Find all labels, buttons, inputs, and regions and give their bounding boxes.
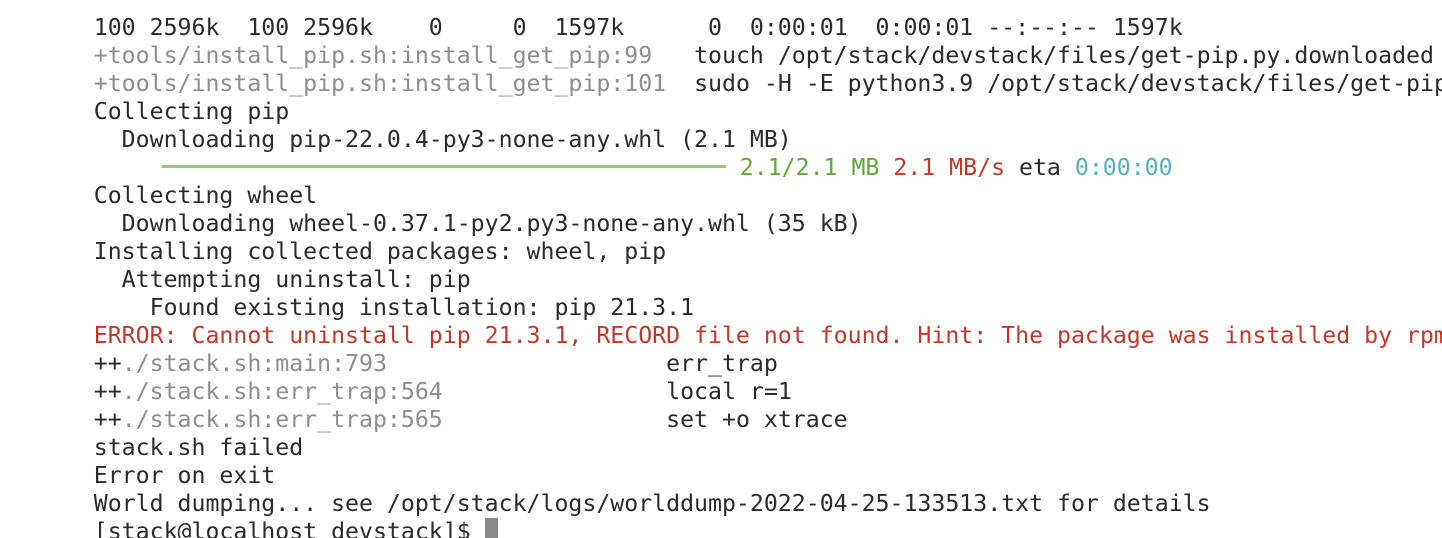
xtrace-prefix: +tools/install_pip.sh:install_get_pip:10…	[93, 70, 695, 97]
progress-eta-label: eta	[1019, 154, 1061, 181]
output-text: Error on exit	[93, 462, 276, 489]
xtrace-command: local r=1	[666, 378, 792, 405]
xtrace-command: sudo -H -E python3.9 /opt/stack/devstack…	[694, 70, 1442, 97]
progress-bar	[161, 165, 726, 168]
xtrace-command: touch /opt/stack/devstack/files/get-pip.…	[694, 42, 1434, 69]
progress-speed: 2.1 MB/s	[893, 154, 1006, 181]
output-text: Downloading wheel-0.37.1-py2.py3-none-an…	[93, 210, 862, 237]
terminal-line: 100 2596k 100 2596k 0 0 1597k 0 0:00:01 …	[10, 0, 1442, 41]
output-text: Found existing installation: pip 21.3.1	[93, 294, 695, 321]
xtrace-command: err_trap	[666, 350, 778, 377]
output-text: stack.sh failed	[93, 434, 304, 461]
xtrace-command: set +o xtrace	[666, 406, 848, 433]
xtrace-plus: ++	[93, 378, 122, 405]
xtrace-plus: ++	[93, 406, 122, 433]
curl-progress-text: 100 2596k 100 2596k 0 0 1597k 0 0:00:01 …	[93, 14, 1183, 41]
xtrace-prefix: ./stack.sh:err_trap:565	[121, 406, 667, 433]
error-message: ERROR: Cannot uninstall pip 21.3.1, RECO…	[93, 322, 1442, 349]
xtrace-prefix: ./stack.sh:err_trap:564	[121, 378, 667, 405]
output-text: World dumping... see /opt/stack/logs/wor…	[93, 490, 1211, 517]
text-cursor[interactable]	[484, 518, 498, 538]
progress-size: 2.1/2.1 MB	[739, 154, 880, 181]
shell-prompt: [stack@localhost devstack]$	[93, 518, 485, 538]
xtrace-plus: ++	[93, 350, 122, 377]
output-text: Collecting wheel	[93, 182, 318, 209]
xtrace-prefix: ./stack.sh:main:793	[121, 350, 667, 377]
output-text: Attempting uninstall: pip	[93, 266, 471, 293]
output-text: Installing collected packages: wheel, pi…	[93, 238, 667, 265]
xtrace-prefix: +tools/install_pip.sh:install_get_pip:99	[93, 42, 695, 69]
progress-eta: 0:00:00	[1074, 154, 1173, 181]
download-progress: 2.1/2.1 MB 2.1 MB/s eta 0:00:00	[10, 126, 1442, 181]
output-text: Collecting pip	[93, 98, 290, 125]
terminal-window[interactable]: 100 2596k 100 2596k 0 0 1597k 0 0:00:01 …	[0, 0, 1442, 538]
terminal-output: 100 2596k 100 2596k 0 0 1597k 0 0:00:01 …	[10, 0, 1442, 538]
